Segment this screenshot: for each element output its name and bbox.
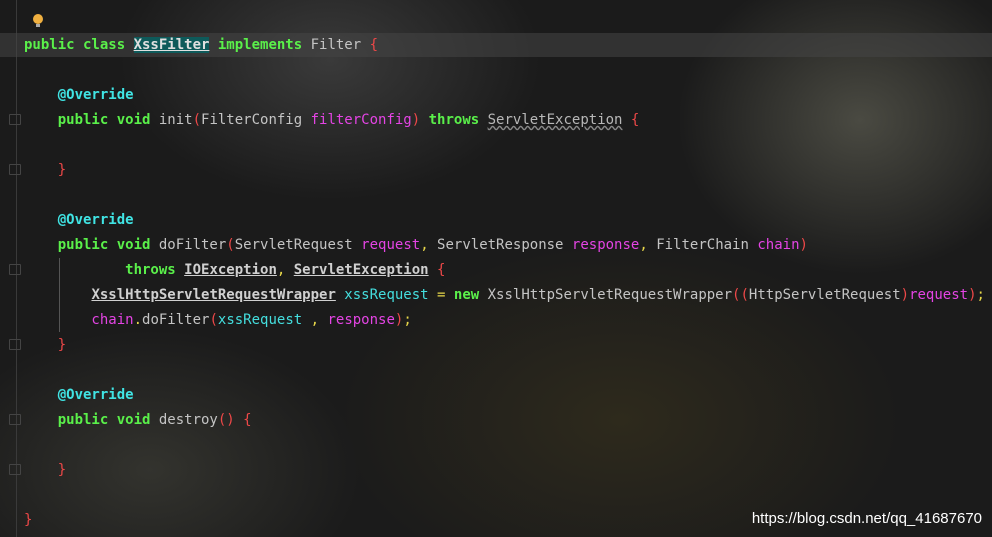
token-keyword: public void — [24, 112, 159, 128]
fold-marker-icon[interactable] — [9, 114, 21, 125]
code-line[interactable]: XsslHttpServletRequestWrapper xssRequest… — [24, 283, 985, 308]
code-line[interactable]: public void destroy() { — [24, 408, 985, 433]
token-bracket: ( — [192, 112, 202, 128]
token-identifier: XsslHttpServletRequestWrapper — [487, 287, 733, 303]
watermark: https://blog.csdn.net/qq_41687670 — [751, 510, 982, 527]
code-line[interactable]: public void init(FilterConfig filterConf… — [24, 108, 985, 133]
token-punctuation: = — [437, 287, 454, 303]
token-keyword: throws — [420, 112, 488, 128]
token-identifier — [24, 287, 91, 303]
token-punctuation: ; — [976, 287, 985, 303]
token-bracket: } — [24, 462, 67, 478]
token-class-reference-warning: ServletException — [487, 112, 623, 128]
token-bracket: { — [428, 262, 446, 278]
token-bracket: ) — [799, 237, 808, 253]
token-keyword: public void — [24, 237, 159, 253]
token-class-reference: XsslHttpServletRequestWrapper — [91, 287, 336, 303]
token-identifier: HttpServletRequest — [748, 287, 901, 303]
token-keyword: implements — [209, 37, 311, 53]
token-parameter: request — [909, 287, 969, 303]
token-identifier: doFilter — [158, 237, 227, 253]
token-parameter: filterConfig — [310, 112, 412, 128]
token-identifier: FilterChain — [656, 237, 758, 253]
token-parameter: chain — [757, 237, 800, 253]
fold-marker-icon[interactable] — [9, 464, 21, 475]
token-class-name-highlighted: XssFilter — [133, 37, 210, 53]
code-line[interactable] — [24, 433, 985, 458]
code-line[interactable]: public class XssFilter implements Filter… — [24, 33, 985, 58]
token-bracket: ) — [900, 287, 910, 303]
token-annotation: @Override — [24, 387, 134, 403]
token-bracket: ( — [209, 312, 218, 328]
token-class-reference: ServletException — [293, 262, 429, 278]
token-bracket: ( — [226, 237, 235, 253]
fold-marker-icon[interactable] — [9, 414, 21, 425]
token-punctuation: , — [276, 262, 294, 278]
token-annotation: @Override — [24, 87, 134, 103]
code-line[interactable]: } — [24, 458, 985, 483]
token-identifier: FilterConfig — [201, 112, 311, 128]
code-editor[interactable]: public class XssFilter implements Filter… — [24, 8, 985, 533]
token-identifier: doFilter — [142, 312, 210, 328]
token-keyword: public void — [24, 412, 159, 428]
token-keyword: new — [453, 287, 488, 303]
token-bracket: } — [24, 337, 67, 353]
code-line[interactable] — [24, 483, 985, 508]
token-parameter: response — [571, 237, 640, 253]
token-keyword: public class — [24, 37, 134, 53]
token-identifier: Filter — [310, 37, 370, 53]
token-local-variable: xssRequest — [335, 287, 438, 303]
fold-marker-icon[interactable] — [9, 339, 21, 350]
token-bracket: (( — [732, 287, 749, 303]
code-line[interactable]: } — [24, 158, 985, 183]
token-bracket: } — [24, 512, 33, 528]
token-punctuation: ; — [403, 312, 412, 328]
token-bracket: { — [622, 112, 640, 128]
token-parameter: chain — [24, 312, 134, 328]
code-line[interactable]: public void doFilter(ServletRequest requ… — [24, 233, 985, 258]
fold-marker-icon[interactable] — [9, 164, 21, 175]
token-local-variable: xssRequest — [217, 312, 311, 328]
token-punctuation: , — [420, 237, 438, 253]
code-line[interactable]: @Override — [24, 83, 985, 108]
token-identifier: ServletResponse — [437, 237, 572, 253]
token-bracket: { — [234, 412, 252, 428]
code-line[interactable] — [24, 8, 985, 33]
token-parameter: response — [327, 312, 395, 328]
token-identifier: destroy — [158, 412, 218, 428]
code-line[interactable] — [24, 133, 985, 158]
code-line[interactable]: throws IOException, ServletException { — [24, 258, 985, 283]
code-line[interactable] — [24, 183, 985, 208]
token-bracket: { — [369, 37, 379, 53]
token-punctuation: . — [133, 312, 143, 328]
code-line[interactable] — [24, 58, 985, 83]
token-parameter: request — [361, 237, 421, 253]
code-line[interactable]: chain.doFilter(xssRequest , response); — [24, 308, 985, 333]
token-bracket: () — [217, 412, 235, 428]
code-line[interactable]: } — [24, 333, 985, 358]
code-line[interactable] — [24, 358, 985, 383]
fold-marker-icon[interactable] — [9, 264, 21, 275]
token-identifier: ServletRequest — [234, 237, 362, 253]
token-annotation: @Override — [24, 212, 134, 228]
token-keyword: throws — [24, 262, 185, 278]
token-identifier: init — [158, 112, 193, 128]
token-bracket: ) — [411, 112, 421, 128]
token-bracket: ) — [968, 287, 977, 303]
code-line[interactable]: @Override — [24, 383, 985, 408]
token-punctuation: , — [310, 312, 328, 328]
token-class-reference: IOException — [184, 262, 277, 278]
token-punctuation: , — [639, 237, 657, 253]
token-bracket: } — [24, 162, 67, 178]
code-line[interactable]: @Override — [24, 208, 985, 233]
